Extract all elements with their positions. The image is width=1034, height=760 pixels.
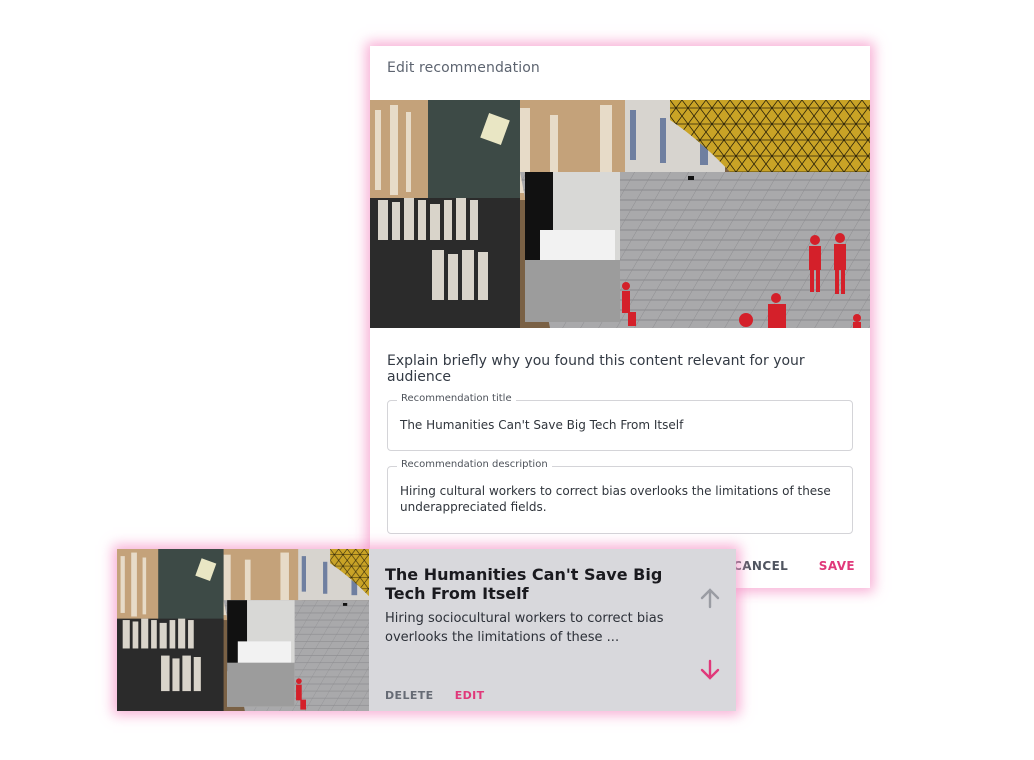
arrow-down-icon[interactable] bbox=[697, 657, 723, 683]
card-actions: DELETE EDIT bbox=[385, 684, 485, 703]
save-button[interactable]: SAVE bbox=[819, 559, 855, 573]
recommendation-title-field[interactable]: Recommendation title The Humanities Can'… bbox=[387, 393, 853, 451]
card-title: The Humanities Can't Save Big Tech From … bbox=[385, 565, 663, 603]
dialog-actions: CANCEL SAVE bbox=[733, 559, 855, 573]
dialog-title: Edit recommendation bbox=[387, 60, 540, 76]
edit-recommendation-dialog: Edit recommendation Explain briefly why … bbox=[370, 46, 870, 588]
dialog-prompt: Explain briefly why you found this conte… bbox=[387, 353, 805, 385]
recommendation-description-input[interactable]: Hiring cultural workers to correct bias … bbox=[400, 483, 838, 515]
cancel-button[interactable]: CANCEL bbox=[733, 559, 788, 573]
edit-button[interactable]: EDIT bbox=[455, 689, 485, 702]
recommendation-title-input[interactable]: The Humanities Can't Save Big Tech From … bbox=[400, 417, 838, 433]
recommendation-image bbox=[370, 100, 870, 328]
recommendation-title-label: Recommendation title bbox=[397, 393, 516, 404]
recommendation-description-label: Recommendation description bbox=[397, 459, 552, 470]
recommendation-card: The Humanities Can't Save Big Tech From … bbox=[117, 549, 736, 711]
card-image bbox=[117, 549, 369, 711]
recommendation-description-field[interactable]: Recommendation description Hiring cultur… bbox=[387, 459, 853, 534]
arrow-up-icon[interactable] bbox=[697, 585, 723, 611]
card-description: Hiring sociocultural workers to correct … bbox=[385, 611, 664, 645]
delete-button[interactable]: DELETE bbox=[385, 689, 434, 702]
card-body: The Humanities Can't Save Big Tech From … bbox=[369, 549, 736, 711]
